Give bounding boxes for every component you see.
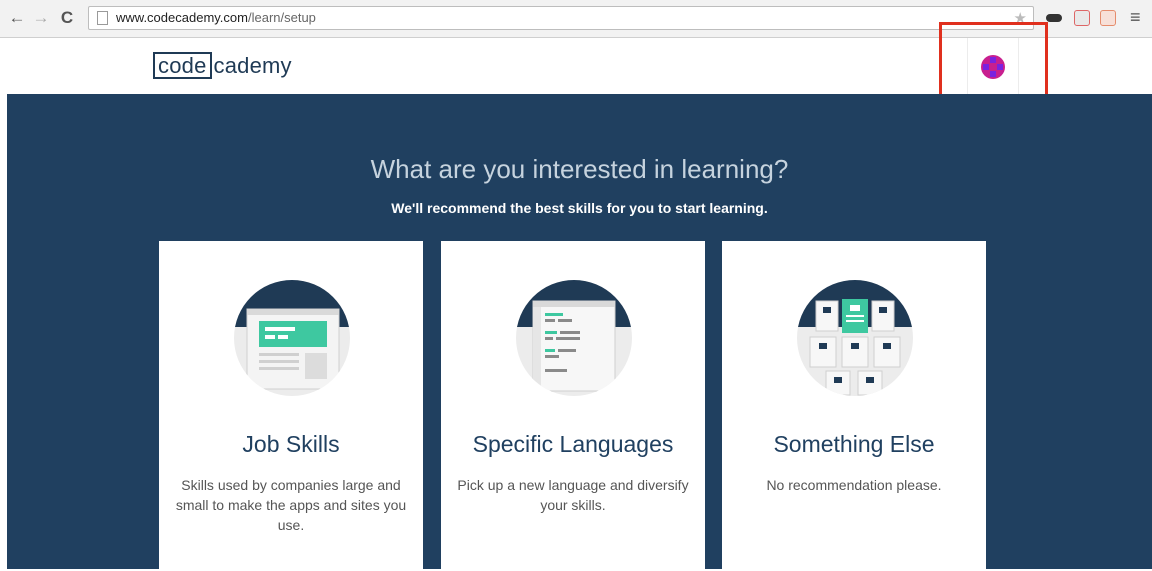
card-title: Something Else [773,431,935,457]
something-else-card[interactable]: Something Else No recommendation please. [722,241,986,571]
extension-icon[interactable] [1074,10,1090,26]
address-bar[interactable]: www.codecademy.com/learn/setup ★ [88,6,1034,30]
page-subtitle: We'll recommend the best skills for you … [391,200,768,216]
calendar-extension-icon[interactable] [1100,10,1116,26]
something-else-illustration [797,280,913,396]
card-title: Job Skills [242,431,340,457]
card-description: No recommendation please. [766,477,942,493]
url-text: www.codecademy.com/learn/setup [116,10,316,25]
logo-cademy: cademy [213,52,292,78]
job-skills-card[interactable]: Job Skills Skills used by companies larg… [159,241,423,571]
logo-code: code [153,52,212,79]
specific-languages-card[interactable]: Specific Languages Pick up a new languag… [441,241,705,571]
back-icon[interactable]: ← [8,9,26,27]
card-title: Specific Languages [472,431,674,457]
glasses-extension-icon[interactable] [1046,14,1062,22]
specific-languages-illustration [516,280,632,396]
page-icon [97,11,108,25]
page-title: What are you interested in learning? [370,154,789,184]
forward-icon[interactable]: → [32,9,50,27]
job-skills-illustration [234,280,350,396]
card-description: Skills used by companies large and small… [175,477,407,533]
learning-setup-section: What are you interested in learning? We'… [7,94,1152,571]
codecademy-logo[interactable]: code cademy [153,51,292,80]
menu-icon[interactable]: ≡ [1130,7,1141,28]
card-description: Pick up a new language and diversify you… [457,477,689,513]
reload-icon[interactable]: C [58,9,76,27]
